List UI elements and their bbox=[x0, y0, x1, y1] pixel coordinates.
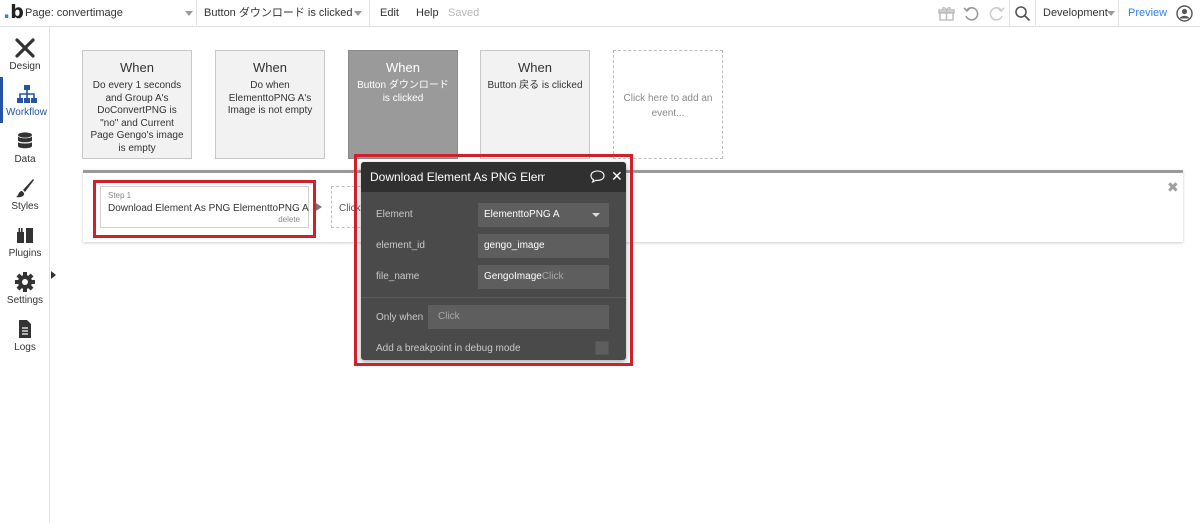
expand-arrow-icon[interactable] bbox=[51, 271, 56, 279]
highlight-step bbox=[93, 180, 316, 238]
sidebar-item-logs[interactable]: Logs bbox=[0, 312, 50, 358]
environment-label: Development bbox=[1043, 7, 1108, 19]
top-bar: .b Page: convertimage Button ダウンロード is c… bbox=[0, 0, 1200, 27]
event-when: When bbox=[386, 60, 420, 75]
preview-link[interactable]: Preview bbox=[1128, 0, 1167, 27]
event-card[interactable]: When Button 戻る is clicked bbox=[480, 50, 590, 159]
page-selector[interactable]: Page: convertimage bbox=[25, 0, 193, 27]
sidebar-item-label: Data bbox=[14, 154, 36, 165]
sidebar-item-styles[interactable]: Styles bbox=[0, 171, 50, 217]
database-icon bbox=[17, 132, 33, 149]
event-description: Button 戻る is clicked bbox=[487, 80, 583, 91]
event-when: When bbox=[253, 60, 287, 75]
event-when: When bbox=[120, 60, 154, 75]
highlight-editor bbox=[354, 154, 633, 366]
event-card[interactable]: When Do when ElementtoPNG A's Image is n… bbox=[215, 50, 325, 159]
close-icon[interactable]: ✖ bbox=[1167, 180, 1179, 196]
sidebar-item-label: Plugins bbox=[8, 248, 42, 259]
event-description: Button ダウンロード is clicked bbox=[357, 80, 449, 104]
divider bbox=[1035, 0, 1036, 27]
saved-status: Saved bbox=[448, 7, 480, 19]
chevron-down-icon bbox=[185, 11, 193, 16]
sidebar-item-label: Design bbox=[9, 61, 41, 72]
design-icon bbox=[15, 38, 35, 58]
event-card[interactable]: When Do every 1 seconds and Group A's Do… bbox=[82, 50, 192, 159]
chevron-down-icon bbox=[354, 11, 362, 16]
left-sidebar: Design Workflow Data Styles Plugins Sett… bbox=[0, 27, 50, 523]
event-description: Do when ElementtoPNG A's Image is not em… bbox=[227, 80, 313, 116]
document-icon bbox=[19, 320, 31, 338]
divider bbox=[369, 0, 370, 27]
sidebar-item-plugins[interactable]: Plugins bbox=[0, 218, 50, 264]
chevron-down-icon bbox=[1107, 11, 1115, 16]
event-selector[interactable]: Button ダウンロード is clicked bbox=[204, 0, 362, 27]
add-event-button[interactable]: Click here to add an event... bbox=[613, 50, 723, 159]
workflow-icon bbox=[16, 85, 37, 103]
divider bbox=[1118, 0, 1119, 27]
sidebar-item-label: Styles bbox=[11, 201, 39, 212]
environment-selector[interactable]: Development bbox=[1043, 0, 1115, 27]
divider bbox=[1009, 0, 1010, 27]
plug-icon bbox=[17, 228, 33, 243]
event-when: When bbox=[518, 60, 552, 75]
undo-icon[interactable] bbox=[963, 5, 980, 22]
event-card-selected[interactable]: When Button ダウンロード is clicked bbox=[348, 50, 458, 159]
sidebar-item-design[interactable]: Design bbox=[0, 31, 50, 77]
gift-icon[interactable] bbox=[938, 5, 955, 22]
redo-icon[interactable] bbox=[988, 5, 1005, 22]
arrow-right-icon bbox=[316, 203, 322, 211]
brush-icon bbox=[16, 179, 34, 198]
sidebar-item-label: Logs bbox=[14, 342, 36, 353]
menu-help[interactable]: Help bbox=[416, 0, 439, 27]
bubble-logo[interactable]: .b bbox=[3, 2, 24, 24]
gear-icon bbox=[15, 272, 35, 292]
sidebar-item-label: Settings bbox=[6, 295, 44, 306]
event-selector-label: Button ダウンロード is clicked bbox=[204, 7, 353, 19]
sidebar-item-settings[interactable]: Settings bbox=[0, 265, 50, 311]
event-description: Do every 1 seconds and Group A's DoConve… bbox=[90, 80, 184, 154]
menu-edit[interactable]: Edit bbox=[380, 0, 399, 27]
add-event-label: Click here to add an event... bbox=[623, 93, 713, 119]
page-selector-label: Page: convertimage bbox=[25, 7, 123, 19]
sidebar-item-workflow[interactable]: Workflow bbox=[0, 77, 50, 123]
search-icon[interactable] bbox=[1014, 5, 1031, 22]
sidebar-item-label: Workflow bbox=[6, 107, 47, 118]
divider bbox=[196, 0, 197, 27]
account-icon[interactable] bbox=[1176, 5, 1193, 22]
sidebar-item-data[interactable]: Data bbox=[0, 124, 50, 170]
